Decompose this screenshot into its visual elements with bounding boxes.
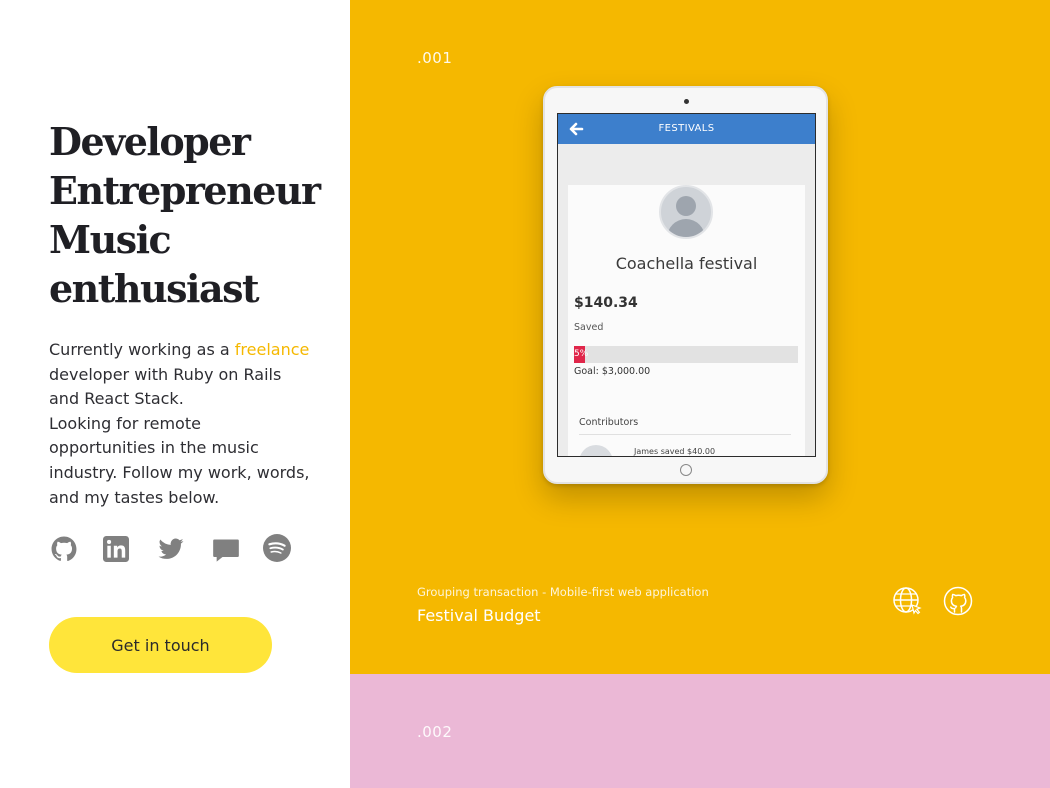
github-icon	[51, 536, 77, 561]
globe-icon	[893, 587, 922, 615]
contributor-avatar	[579, 445, 613, 456]
app-header-title: FESTIVALS	[658, 123, 715, 134]
progress-label: 5%	[574, 349, 589, 359]
freelance-link[interactable]: freelance	[235, 340, 310, 359]
spotify-link[interactable]	[263, 534, 293, 564]
app-header: FESTIVALS	[558, 114, 815, 144]
tablet-screen: FESTIVALS Coachella festival $140.34 Sav…	[557, 113, 816, 457]
github-icon	[943, 586, 973, 616]
project-github-link[interactable]	[942, 585, 974, 617]
progress-bar: 5%	[574, 346, 798, 363]
intro-column: Developer Entrepreneur Music enthusiast …	[0, 0, 350, 788]
headline: Developer Entrepreneur Music enthusiast	[49, 117, 321, 313]
project-title: Festival Budget	[417, 606, 541, 625]
event-name: Coachella festival	[615, 254, 758, 273]
project-002: .002	[350, 674, 1050, 788]
headline-line: Developer	[49, 119, 251, 164]
spotify-icon	[263, 534, 291, 562]
twitter-link[interactable]	[157, 534, 187, 564]
event-card: Coachella festival $140.34 Saved 5% Goal…	[568, 185, 805, 456]
chat-icon	[213, 539, 239, 562]
project-number: .002	[417, 723, 453, 741]
headline-line: Music	[49, 217, 172, 262]
avatar	[659, 185, 713, 239]
github-link[interactable]	[49, 534, 79, 564]
tablet-camera	[684, 99, 689, 104]
goal-text: Goal: $3,000.00	[574, 366, 651, 377]
saved-label: Saved	[574, 322, 604, 333]
twitter-icon	[158, 538, 184, 559]
contributors-label: Contributors	[579, 417, 639, 428]
saved-amount: $140.34	[574, 295, 638, 311]
get-in-touch-button[interactable]: Get in touch	[49, 617, 272, 673]
divider	[579, 434, 791, 435]
project-festival-budget: .001 FESTIVALS Coachella festival $140.3…	[350, 0, 1050, 674]
contributor-entry: James saved $40.00	[634, 447, 716, 456]
headline-line: Entrepreneur	[49, 168, 321, 213]
project-number: .001	[417, 49, 453, 67]
bio-text-start: Currently working as a	[49, 340, 235, 359]
headline-line: enthusiast	[49, 266, 260, 311]
linkedin-link[interactable]	[103, 534, 133, 564]
tablet-home-button	[680, 464, 692, 476]
tablet-mockup: FESTIVALS Coachella festival $140.34 Sav…	[543, 86, 828, 484]
bio-text-end: developer with Ruby on Rails and React S…	[49, 364, 282, 409]
linkedin-icon	[103, 536, 129, 562]
project-website-link[interactable]	[891, 585, 923, 617]
bio-text-second: Looking for remote opportunities in the …	[49, 413, 310, 507]
project-subtitle: Grouping transaction - Mobile-first web …	[417, 585, 709, 599]
bio-text: Currently working as a freelance develop…	[49, 338, 311, 510]
chat-link[interactable]	[212, 534, 242, 564]
